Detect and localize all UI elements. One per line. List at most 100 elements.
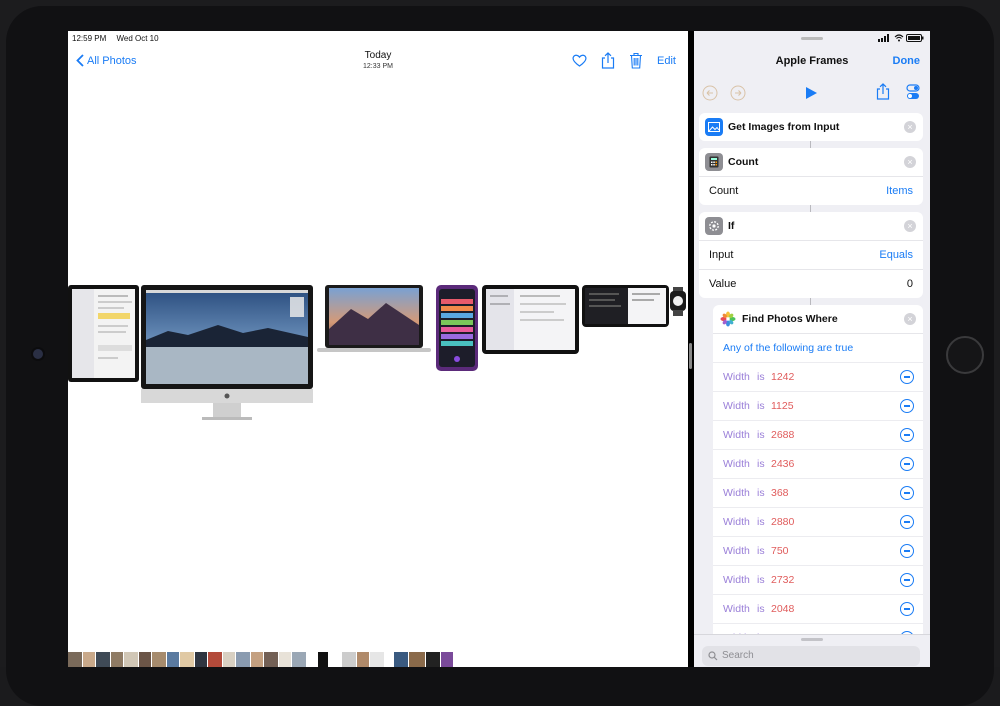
condition-operator[interactable]: is [757, 400, 765, 412]
filter-condition-row[interactable]: Width is 1242 [713, 363, 923, 392]
home-button[interactable] [946, 336, 984, 374]
panel-grip[interactable] [801, 638, 823, 641]
condition-field[interactable]: Width [723, 400, 750, 412]
filter-mode[interactable]: Any of the following are true [723, 342, 853, 354]
ipad-pro-device-image [482, 285, 579, 354]
condition-operator[interactable]: is [757, 458, 765, 470]
count-parameter-row[interactable]: Count Items [699, 177, 923, 205]
condition-field[interactable]: Width [723, 545, 750, 557]
editor-toolbar [694, 79, 930, 109]
multitasking-grip[interactable] [801, 37, 823, 40]
condition-operator[interactable]: is [757, 603, 765, 615]
action-title: Get Images from Input [728, 121, 840, 133]
ipad-device-image [68, 285, 139, 382]
condition-value[interactable]: 2732 [771, 574, 794, 586]
search-placeholder: Search [722, 650, 754, 661]
action-count[interactable]: Count × Count Items [699, 148, 923, 205]
condition-field[interactable]: Width [723, 574, 750, 586]
filter-condition-row[interactable]: Width is 2732 [713, 566, 923, 595]
photo-viewer[interactable] [68, 77, 688, 652]
condition-operator[interactable]: is [757, 574, 765, 586]
condition-value[interactable]: 2880 [771, 516, 794, 528]
status-date: Wed Oct 10 [116, 34, 159, 43]
filter-condition-row[interactable]: Width is 2688 [713, 421, 923, 450]
condition-operator[interactable]: is [757, 487, 765, 499]
remove-condition-icon[interactable] [900, 602, 914, 616]
remove-condition-icon[interactable] [900, 544, 914, 558]
condition-value[interactable]: 750 [771, 545, 789, 557]
condition-operator[interactable]: is [757, 516, 765, 528]
imac-device-image [141, 285, 313, 420]
play-icon[interactable] [804, 86, 818, 100]
condition-field[interactable]: Width [723, 603, 750, 615]
edit-button[interactable]: Edit [657, 55, 676, 67]
apple-frames-image [68, 285, 686, 420]
status-time: 12:59 PM [72, 34, 107, 43]
condition-value[interactable]: 1125 [771, 400, 794, 412]
condition-value[interactable]: 1242 [771, 371, 794, 383]
front-camera [33, 349, 43, 359]
condition-field[interactable]: Width [723, 487, 750, 499]
split-view-grip[interactable] [689, 343, 692, 369]
remove-action-icon[interactable]: × [904, 220, 916, 232]
filter-conditions: Width is 1242 Width is 1125 Width is 2688 Width is… [713, 363, 923, 653]
action-get-images[interactable]: Get Images from Input × [699, 113, 923, 141]
if-input-row[interactable]: Input Equals [699, 241, 923, 270]
remove-condition-icon[interactable] [900, 515, 914, 529]
filter-condition-row[interactable]: Width is 2436 [713, 450, 923, 479]
shortcut-header: Apple Frames Done [694, 45, 930, 75]
action-title: Count [728, 156, 759, 168]
action-if[interactable]: If × Input Equals Value 0 [699, 212, 923, 298]
wifi-icon [894, 34, 904, 42]
condition-value[interactable]: 2436 [771, 458, 794, 470]
action-search-panel: Search [694, 634, 930, 667]
remove-condition-icon[interactable] [900, 399, 914, 413]
condition-value[interactable]: 2048 [771, 603, 794, 615]
param-value[interactable]: 0 [907, 278, 913, 290]
remove-condition-icon[interactable] [900, 457, 914, 471]
param-value[interactable]: Items [886, 185, 913, 197]
condition-field[interactable]: Width [723, 429, 750, 441]
status-icons [877, 34, 924, 44]
done-button[interactable]: Done [893, 55, 921, 67]
undo-icon[interactable] [702, 85, 718, 101]
photos-icon [719, 310, 737, 328]
condition-operator[interactable]: is [757, 429, 765, 441]
redo-icon[interactable] [730, 85, 746, 101]
filter-condition-row[interactable]: Width is 2048 [713, 595, 923, 624]
param-value[interactable]: Equals [879, 249, 913, 261]
filter-mode-row[interactable]: Any of the following are true [713, 334, 923, 363]
if-value-row[interactable]: Value 0 [699, 270, 923, 298]
calculator-icon [705, 153, 723, 171]
condition-operator[interactable]: is [757, 371, 765, 383]
remove-condition-icon[interactable] [900, 573, 914, 587]
status-bar: 12:59 PM Wed Oct 10 [72, 34, 167, 43]
ipad-bezel: 12:59 PM Wed Oct 10 All Photos Today 12:… [0, 0, 1000, 706]
condition-field[interactable]: Width [723, 458, 750, 470]
filter-condition-row[interactable]: Width is 2880 [713, 508, 923, 537]
share-icon[interactable] [876, 83, 890, 100]
settings-toggle-icon[interactable] [906, 84, 920, 100]
remove-condition-icon[interactable] [900, 428, 914, 442]
photo-filmstrip[interactable] [68, 652, 688, 667]
filter-condition-row[interactable]: Width is 750 [713, 537, 923, 566]
search-field[interactable]: Search [702, 646, 920, 666]
filter-condition-row[interactable]: Width is 368 [713, 479, 923, 508]
remove-action-icon[interactable]: × [904, 121, 916, 133]
battery-icon [906, 34, 924, 42]
condition-value[interactable]: 2688 [771, 429, 794, 441]
remove-condition-icon[interactable] [900, 486, 914, 500]
remove-action-icon[interactable]: × [904, 313, 916, 325]
trash-icon[interactable] [629, 52, 643, 69]
condition-field[interactable]: Width [723, 516, 750, 528]
iphone-device-image [436, 285, 478, 371]
remove-condition-icon[interactable] [900, 370, 914, 384]
condition-operator[interactable]: is [757, 545, 765, 557]
share-icon[interactable] [601, 52, 615, 69]
action-find-photos[interactable]: Find Photos Where × Any of the following… [713, 305, 923, 653]
condition-value[interactable]: 368 [771, 487, 789, 499]
condition-field[interactable]: Width [723, 371, 750, 383]
remove-action-icon[interactable]: × [904, 156, 916, 168]
heart-icon[interactable] [572, 54, 587, 67]
filter-condition-row[interactable]: Width is 1125 [713, 392, 923, 421]
